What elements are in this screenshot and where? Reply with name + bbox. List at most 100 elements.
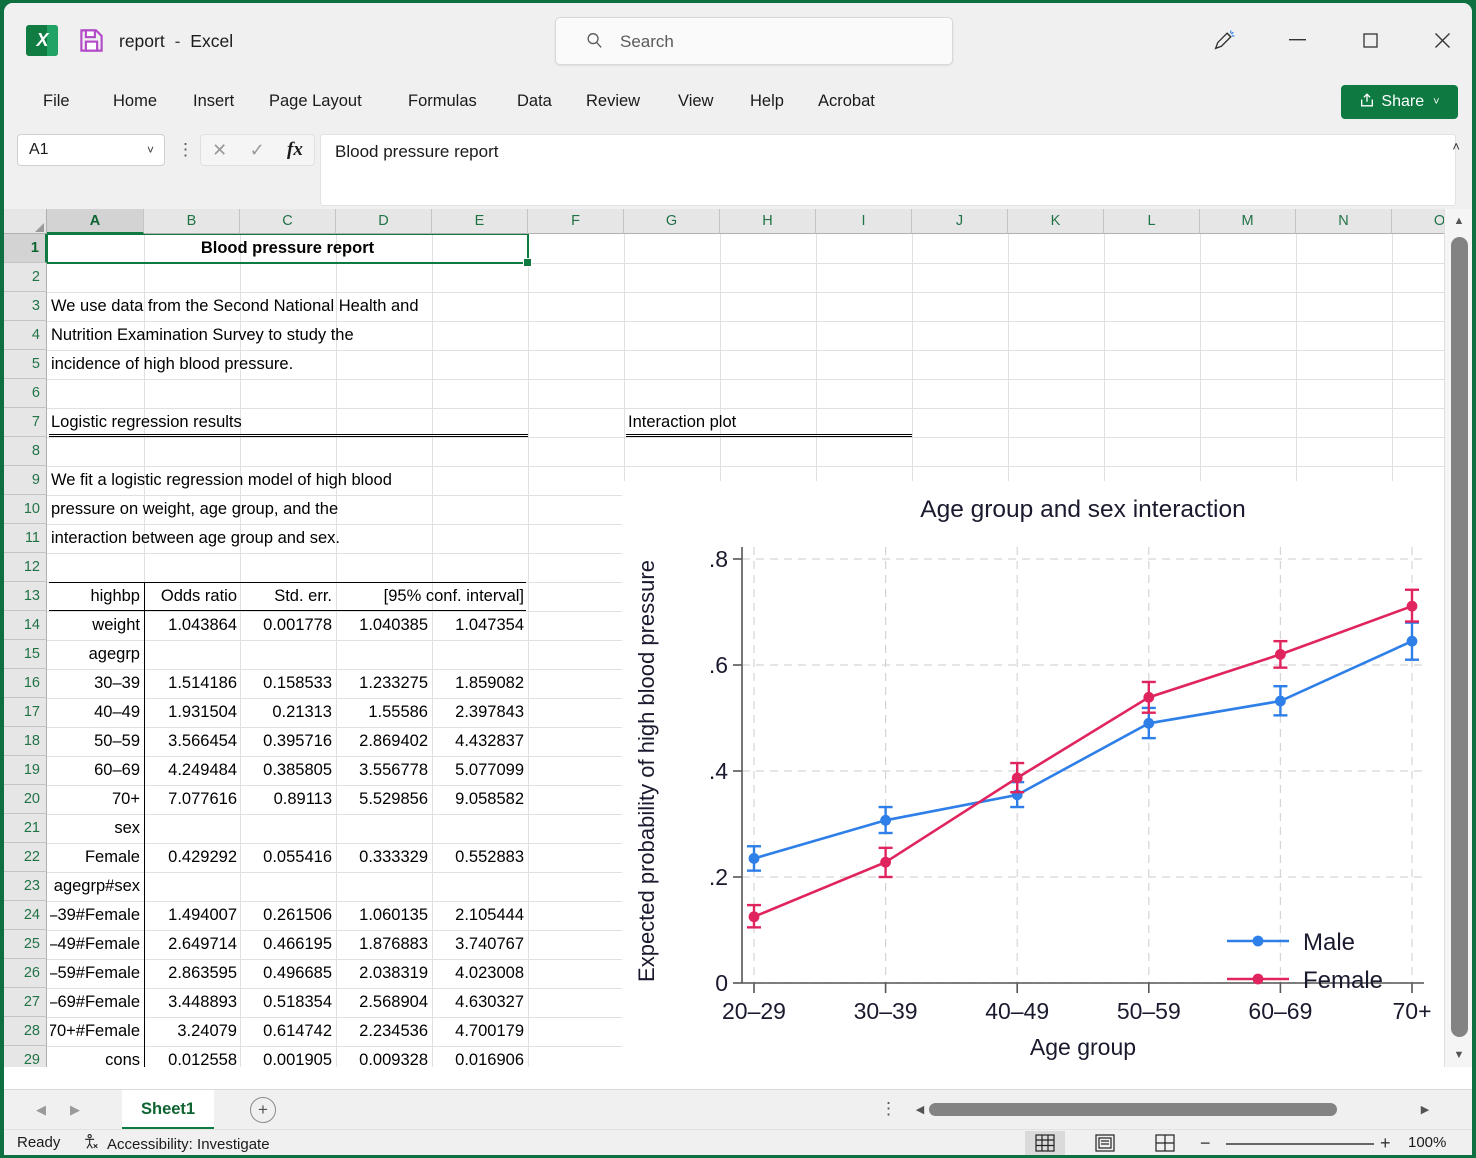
interaction-plot-chart[interactable]: Age group and sex interaction 0 .2 .4 .6 .8 20…	[622, 481, 1444, 1067]
cell[interactable]: 7.077616	[147, 785, 237, 814]
cell[interactable]: 3.448893	[147, 988, 237, 1017]
column-header-j[interactable]: J	[912, 209, 1008, 234]
row-header-3[interactable]: 3	[4, 292, 47, 321]
cell[interactable]: [95% conf. interval]	[339, 582, 524, 611]
row-header-28[interactable]: 28	[4, 1017, 47, 1046]
cell[interactable]: 40–49#Female	[50, 930, 140, 959]
cell[interactable]: 1.494007	[147, 901, 237, 930]
cell[interactable]: 0.012558	[147, 1046, 237, 1067]
cell[interactable]	[147, 640, 237, 669]
tab-help[interactable]: Help	[738, 75, 796, 127]
save-icon[interactable]	[78, 27, 105, 54]
cell[interactable]: 0.261506	[243, 901, 332, 930]
column-header-k[interactable]: K	[1008, 209, 1104, 234]
column-header-g[interactable]: G	[624, 209, 720, 234]
cell[interactable]: Nutrition Examination Survey to study th…	[51, 321, 620, 350]
row-header-27[interactable]: 27	[4, 988, 47, 1017]
cell[interactable]: agegrp#sex	[50, 872, 140, 901]
cell[interactable]: 60–69#Female	[50, 988, 140, 1017]
cell[interactable]: 1.043864	[147, 611, 237, 640]
cell[interactable]: 40–49	[50, 698, 140, 727]
cell[interactable]: _cons	[50, 1046, 140, 1067]
cell[interactable]: 1.55586	[339, 698, 428, 727]
cell[interactable]: Std. err.	[243, 582, 332, 611]
cell[interactable]: 3.566454	[147, 727, 237, 756]
vertical-scrollbar[interactable]: ▲ ▼	[1444, 209, 1472, 1067]
horizontal-scroll-thumb[interactable]	[929, 1103, 1337, 1116]
confirm-edit-icon[interactable]: ✓	[250, 140, 265, 161]
row-header-19[interactable]: 19	[4, 756, 47, 785]
cell[interactable]: pressure on weight, age group, and the	[51, 495, 620, 524]
cell[interactable]: 50–59	[50, 727, 140, 756]
cell[interactable]: 2.038319	[339, 959, 428, 988]
row-header-15[interactable]: 15	[4, 640, 47, 669]
row-header-12[interactable]: 12	[4, 553, 47, 582]
row-header-23[interactable]: 23	[4, 872, 47, 901]
search-input[interactable]: Search	[555, 17, 953, 65]
column-header-h[interactable]: H	[720, 209, 816, 234]
row-header-6[interactable]: 6	[4, 379, 47, 408]
cell[interactable]: 2.105444	[435, 901, 524, 930]
cell[interactable]: 5.529856	[339, 785, 428, 814]
row-header-1[interactable]: 1	[4, 234, 47, 263]
zoom-in-button[interactable]: +	[1380, 1133, 1391, 1154]
cell[interactable]: 30–39	[50, 669, 140, 698]
name-box[interactable]: A1 ˅	[17, 134, 165, 166]
close-button[interactable]	[1419, 23, 1465, 57]
column-header-n[interactable]: N	[1296, 209, 1392, 234]
expand-formula-bar-icon[interactable]: ˄	[1452, 139, 1460, 154]
insert-function-icon[interactable]: fx	[287, 139, 303, 161]
cell[interactable]: We use data from the Second National Hea…	[51, 292, 620, 321]
ink-markup-icon[interactable]	[1201, 21, 1247, 59]
cell[interactable]	[243, 814, 332, 843]
cell[interactable]: 0.89113	[243, 785, 332, 814]
cell[interactable]: 0.055416	[243, 843, 332, 872]
tab-review[interactable]: Review	[574, 75, 652, 127]
cell[interactable]: 0.496685	[243, 959, 332, 988]
row-header-8[interactable]: 8	[4, 437, 47, 466]
cell[interactable]: 1.931504	[147, 698, 237, 727]
cell[interactable]: 0.385805	[243, 756, 332, 785]
cell[interactable]: 30–39#Female	[50, 901, 140, 930]
cell[interactable]: 1.514186	[147, 669, 237, 698]
cell[interactable]	[147, 814, 237, 843]
column-header-d[interactable]: D	[336, 209, 432, 234]
tab-view[interactable]: View	[666, 75, 725, 127]
row-header-18[interactable]: 18	[4, 727, 47, 756]
row-header-24[interactable]: 24	[4, 901, 47, 930]
tab-page-layout[interactable]: Page Layout	[257, 75, 374, 127]
cell[interactable]: 1.060135	[339, 901, 428, 930]
cell[interactable]: 2.649714	[147, 930, 237, 959]
formula-input[interactable]: Blood pressure report	[320, 134, 1456, 206]
row-header-7[interactable]: 7	[4, 408, 47, 437]
tab-file[interactable]: File	[31, 75, 82, 127]
cell[interactable]: 1.047354	[435, 611, 524, 640]
cell[interactable]: interaction between age group and sex.	[51, 524, 524, 553]
cell[interactable]: We fit a logistic regression model of hi…	[51, 466, 620, 495]
prev-sheet-icon[interactable]: ◀	[28, 1098, 54, 1122]
row-header-29[interactable]: 29	[4, 1046, 47, 1067]
column-header-i[interactable]: I	[816, 209, 912, 234]
cell[interactable]: Logistic regression results	[51, 408, 524, 437]
cell[interactable]: 4.249484	[147, 756, 237, 785]
cell[interactable]: 0.395716	[243, 727, 332, 756]
cell[interactable]: 0.001905	[243, 1046, 332, 1067]
cell[interactable]: 60–69	[50, 756, 140, 785]
row-header-20[interactable]: 20	[4, 785, 47, 814]
column-header-l[interactable]: L	[1104, 209, 1200, 234]
tab-formulas[interactable]: Formulas	[396, 75, 489, 127]
cell[interactable]	[339, 814, 428, 843]
column-header-b[interactable]: B	[144, 209, 240, 234]
cell[interactable]: 1.233275	[339, 669, 428, 698]
row-header-2[interactable]: 2	[4, 263, 47, 292]
cell[interactable]: 0.614742	[243, 1017, 332, 1046]
column-header-a[interactable]: A	[47, 209, 144, 234]
row-header-13[interactable]: 13	[4, 582, 47, 611]
cell[interactable]: 3.740767	[435, 930, 524, 959]
add-sheet-button[interactable]: +	[250, 1097, 276, 1123]
sheet-tab-sheet1[interactable]: Sheet1	[122, 1090, 215, 1129]
cell[interactable]: 2.568904	[339, 988, 428, 1017]
cell[interactable]: 4.700179	[435, 1017, 524, 1046]
row-header-22[interactable]: 22	[4, 843, 47, 872]
row-header-10[interactable]: 10	[4, 495, 47, 524]
